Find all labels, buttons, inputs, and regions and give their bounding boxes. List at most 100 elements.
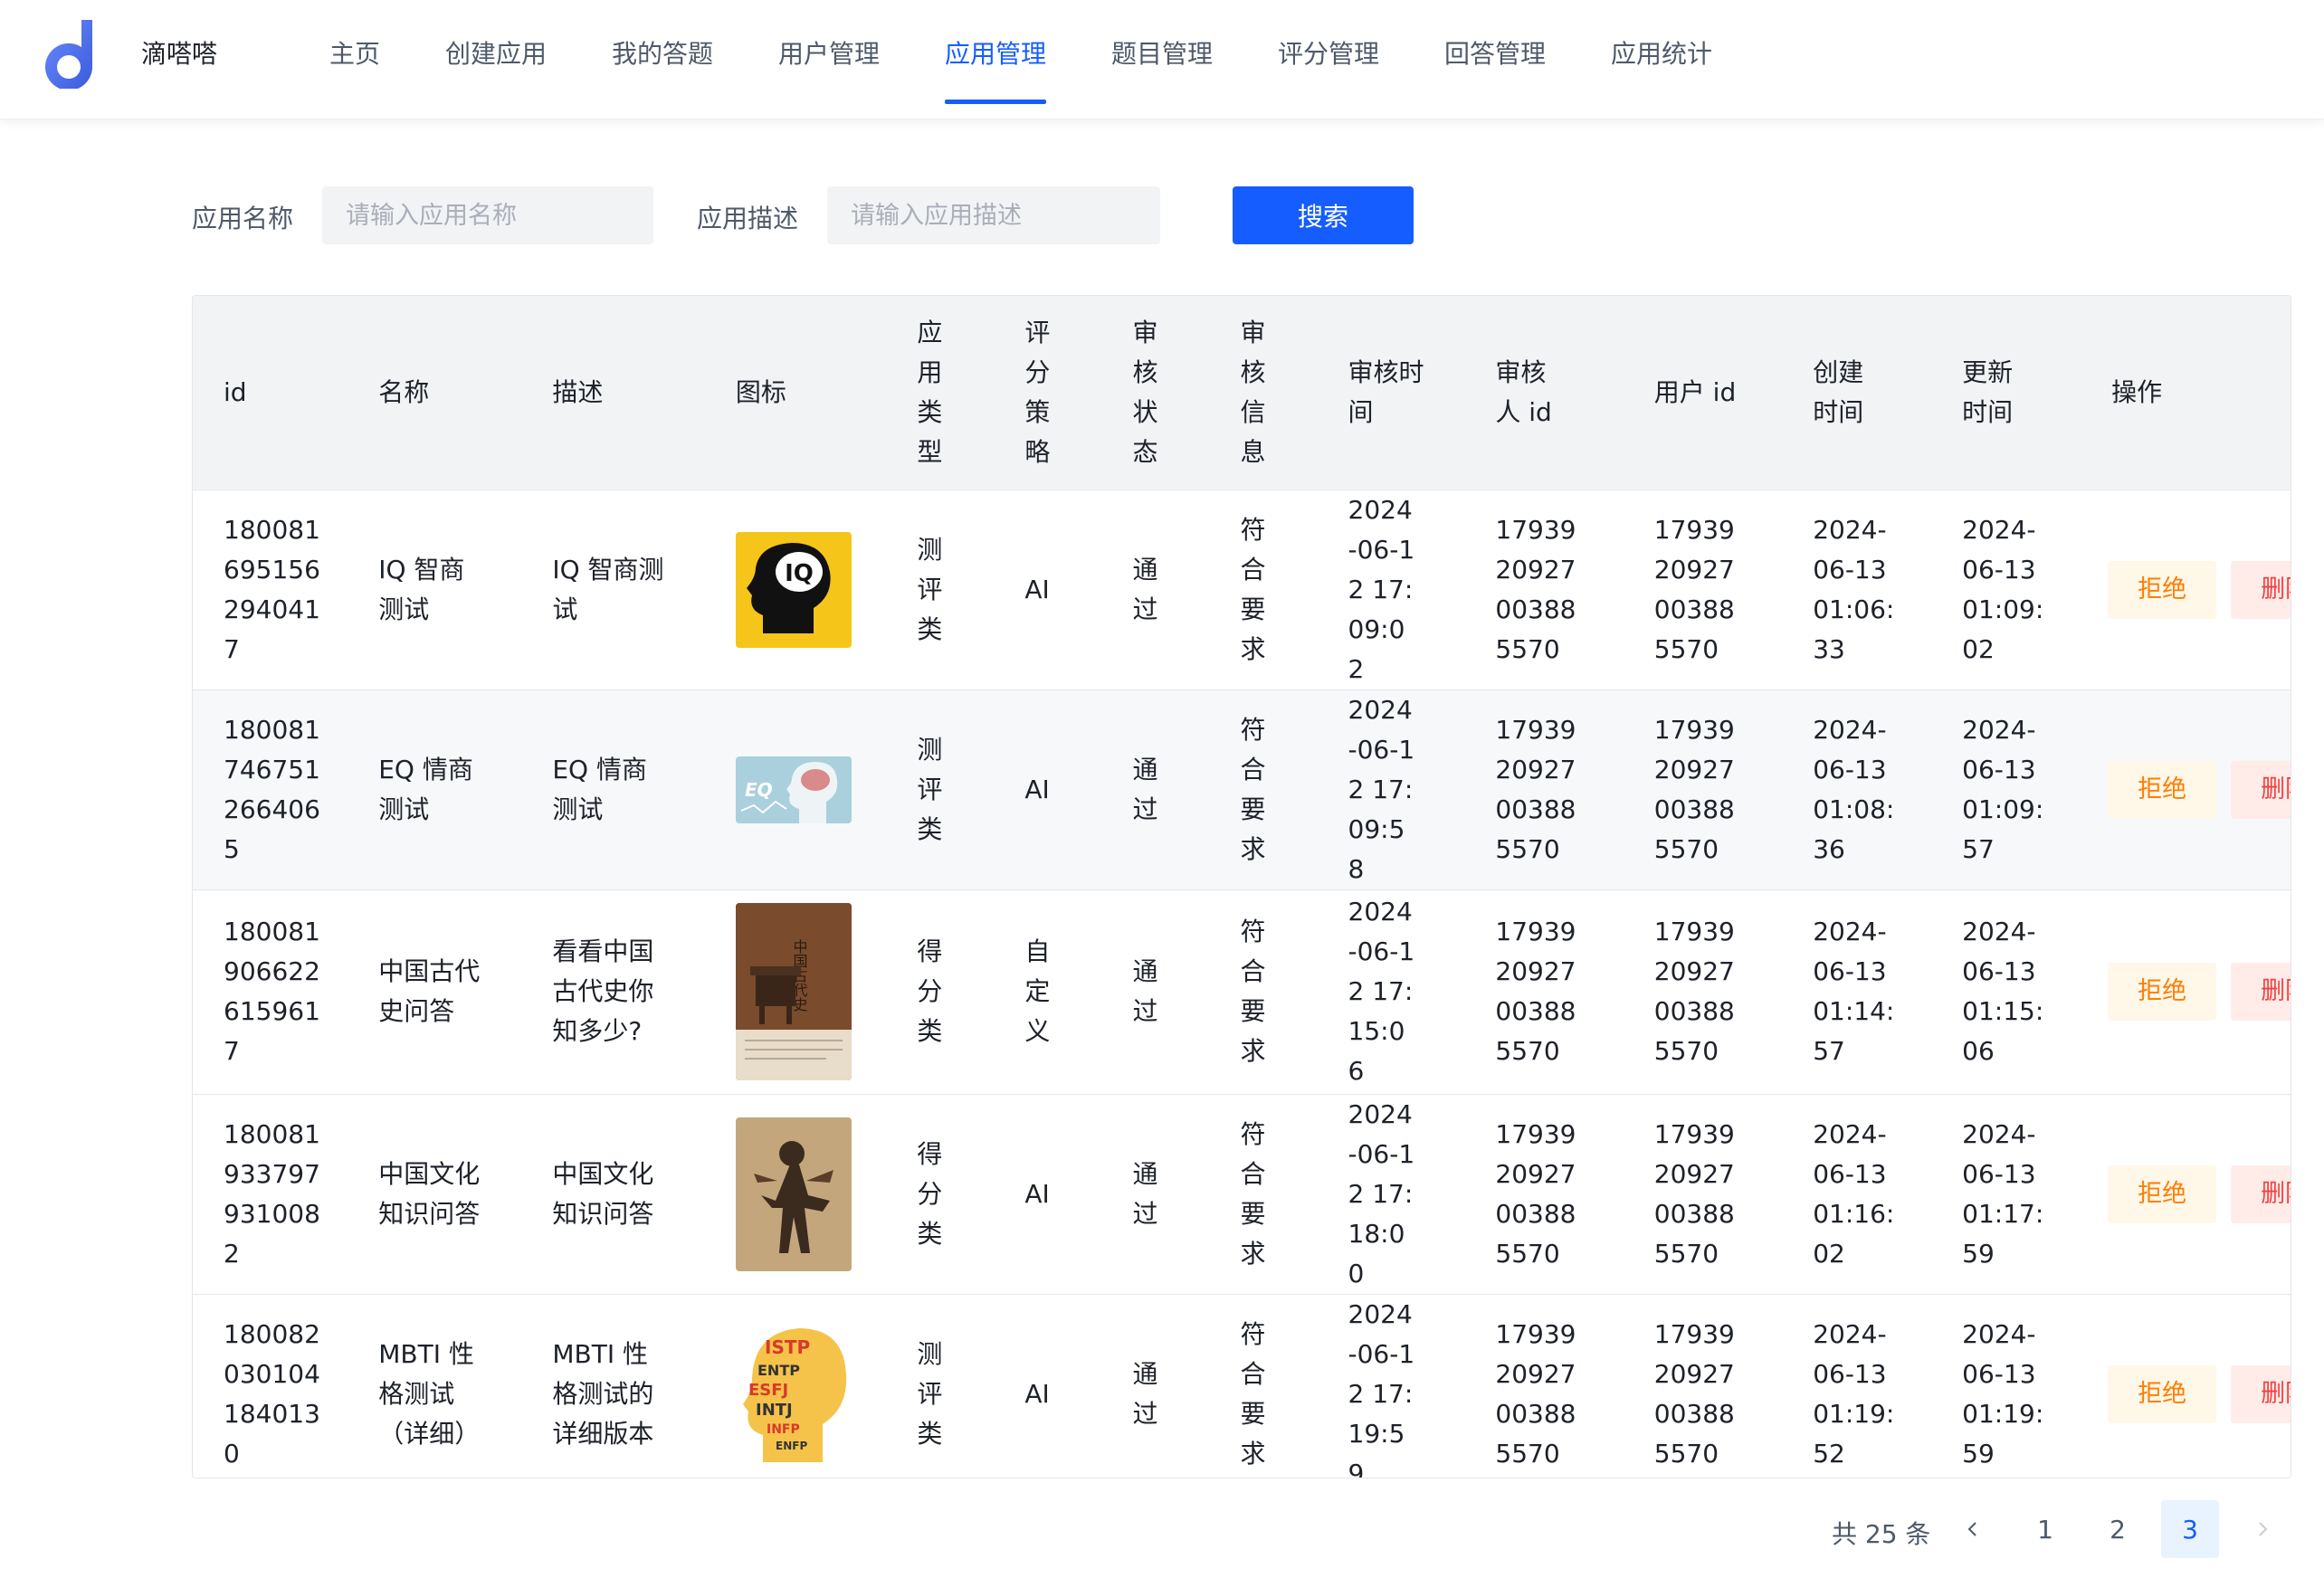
nav-scoring-admin[interactable]: 评分管理 <box>1278 34 1379 71</box>
cell-review-status: 通过 <box>1132 1158 1158 1229</box>
shadow-puppet-icon <box>735 1117 877 1271</box>
cell-name: MBTI 性格测试（详细） <box>378 1338 481 1449</box>
svg-text:ISTP: ISTP <box>765 1336 810 1358</box>
reject-button[interactable]: 拒绝 <box>2108 1364 2217 1423</box>
nav-home[interactable]: 主页 <box>329 34 380 71</box>
cell-desc: EQ 情商测试 <box>552 754 647 824</box>
cell-review-status: 通过 <box>1132 1358 1158 1429</box>
cell-scoring-strategy: 自定义 <box>1024 936 1051 1046</box>
cell-review-message: 符合要求 <box>1240 514 1266 664</box>
cell-desc: MBTI 性格测试的详细版本 <box>552 1338 654 1449</box>
app-desc-label: 应用描述 <box>697 204 799 233</box>
cell-update-time: 2024-06-13 01:15:06 <box>1962 917 2044 1066</box>
nav-question-admin[interactable]: 题目管理 <box>1111 34 1213 71</box>
svg-text:ESFJ: ESFJ <box>748 1381 788 1400</box>
svg-text:INTJ: INTJ <box>756 1401 793 1420</box>
col-header-strategy: 评分策略 <box>1024 317 1051 467</box>
cell-update-time: 2024-06-13 01:09:02 <box>1962 514 2044 664</box>
cell-review-message: 符合要求 <box>1240 714 1266 864</box>
cell-create-time: 2024-06-13 01:06:33 <box>1813 514 1895 664</box>
cell-reviewer-id: 1793920927003885570 <box>1495 514 1576 664</box>
cell-user-id: 1793920927003885570 <box>1653 1318 1735 1469</box>
cell-id: 1800819066226159617 <box>224 917 320 1066</box>
svg-text:IQ: IQ <box>785 560 814 587</box>
cell-id: 1800820301041840130 <box>224 1318 320 1469</box>
cell-update-time: 2024-06-13 01:17:59 <box>1962 1118 2044 1269</box>
cell-create-time: 2024-06-13 01:14:57 <box>1813 917 1895 1066</box>
cell-app-type: 测评类 <box>917 1338 943 1449</box>
cell-name: 中国文化知识问答 <box>378 1158 481 1229</box>
cell-desc: 中国文化知识问答 <box>552 1158 654 1229</box>
app-desc-input[interactable] <box>827 186 1160 244</box>
page-2[interactable]: 2 <box>2089 1500 2147 1558</box>
reject-button[interactable]: 拒绝 <box>2108 760 2217 819</box>
delete-button[interactable]: 删除 <box>2231 560 2291 619</box>
cell-scoring-strategy: AI <box>1024 774 1050 804</box>
cell-app-type: 测评类 <box>917 734 943 844</box>
prev-page-chevron-left-icon[interactable] <box>1944 1500 2002 1558</box>
table-row: 1800819337979310082 中国文化知识问答 中国文化知识问答 得分类 AI… <box>193 1093 2291 1294</box>
col-header-name: 名称 <box>378 376 430 407</box>
col-header-reviewer-id: 审核人 id <box>1495 356 1552 427</box>
nav-user-admin[interactable]: 用户管理 <box>778 34 880 71</box>
cell-reviewer-id: 1793920927003885570 <box>1495 1318 1576 1469</box>
cell-create-time: 2024-06-13 01:19:52 <box>1813 1318 1895 1469</box>
cell-scoring-strategy: AI <box>1024 1178 1050 1209</box>
cell-review-message: 符合要求 <box>1240 917 1266 1066</box>
mbti-head-icon: ISTP ENTP ESFJ INTJ INFP ENFP <box>735 1317 877 1471</box>
col-header-review-msg: 审核信息 <box>1240 317 1266 467</box>
page-1[interactable]: 1 <box>2016 1500 2074 1558</box>
delete-button[interactable]: 删除 <box>2231 1364 2291 1423</box>
cell-desc: 看看中国古代史你知多少? <box>552 936 654 1046</box>
cell-id: 1800816951562940417 <box>224 514 320 664</box>
nav-create-app[interactable]: 创建应用 <box>445 34 547 71</box>
delete-button[interactable]: 删除 <box>2231 1164 2291 1223</box>
app-table: id 名称 描述 图标 应用类型 评分策略 审核状态 审核信息 审核时间 审核人… <box>192 295 2291 1478</box>
col-header-status: 审核状态 <box>1132 317 1158 467</box>
cell-review-message: 符合要求 <box>1240 1118 1266 1269</box>
svg-text:EQ: EQ <box>745 779 773 801</box>
top-navbar: 滴嗒嗒 主页 创建应用 我的答题 用户管理 应用管理 题目管理 评分管理 回答管… <box>0 0 2324 119</box>
reject-button[interactable]: 拒绝 <box>2108 560 2217 619</box>
table-row: 1800820301041840130 MBTI 性格测试（详细） MBTI 性格测… <box>193 1293 2291 1478</box>
app-logo-icon[interactable] <box>36 16 101 89</box>
cell-review-time: 2024-06-12 17:18:00 <box>1348 1098 1415 1288</box>
iq-brain-icon: IQ <box>735 531 877 648</box>
cell-id: 1800817467512664065 <box>224 714 320 864</box>
svg-text:INFP: INFP <box>767 1422 800 1437</box>
cell-user-id: 1793920927003885570 <box>1653 1118 1735 1269</box>
cell-user-id: 1793920927003885570 <box>1653 714 1735 864</box>
cell-update-time: 2024-06-13 01:09:57 <box>1962 714 2044 864</box>
search-button[interactable]: 搜索 <box>1233 186 1414 244</box>
page-3[interactable]: 3 <box>2161 1500 2219 1558</box>
delete-button[interactable]: 删除 <box>2231 760 2291 819</box>
cell-review-message: 符合要求 <box>1240 1318 1266 1469</box>
app-name-input[interactable] <box>322 186 653 244</box>
table-row: 1800819066226159617 中国古代史问答 看看中国古代史你知多少? 中国… <box>193 889 2291 1094</box>
cell-app-type: 测评类 <box>917 534 943 644</box>
nav-app-admin[interactable]: 应用管理 <box>945 34 1046 71</box>
table-row: 1800816951562940417 IQ 智商测试 IQ 智商测试 IQ 测评类 AI… <box>193 489 2291 689</box>
cell-review-time: 2024-06-12 17:09:58 <box>1348 694 1415 884</box>
cell-reviewer-id: 1793920927003885570 <box>1495 714 1576 864</box>
cell-app-type: 得分类 <box>917 936 943 1046</box>
cell-review-status: 通过 <box>1132 554 1158 624</box>
cell-id: 1800819337979310082 <box>224 1118 320 1269</box>
svg-text:ENTP: ENTP <box>757 1362 800 1379</box>
cell-reviewer-id: 1793920927003885570 <box>1495 1118 1576 1269</box>
next-page-chevron-right-icon[interactable] <box>2234 1500 2291 1558</box>
nav-my-answers[interactable]: 我的答题 <box>612 34 713 71</box>
delete-button[interactable]: 删除 <box>2231 963 2291 1021</box>
cell-review-time: 2024-06-12 17:09:02 <box>1348 494 1415 684</box>
cell-name: 中国古代史问答 <box>378 956 481 1026</box>
reject-button[interactable]: 拒绝 <box>2108 963 2217 1021</box>
col-header-update-time: 更新时间 <box>1962 356 2014 427</box>
reject-button[interactable]: 拒绝 <box>2108 1164 2217 1223</box>
cell-name: EQ 情商测试 <box>378 754 473 824</box>
nav-app-stats[interactable]: 应用统计 <box>1611 34 1712 71</box>
cell-desc: IQ 智商测试 <box>552 554 664 624</box>
col-header-create-time: 创建时间 <box>1813 356 1864 427</box>
nav-answer-admin[interactable]: 回答管理 <box>1444 34 1546 71</box>
svg-text:ENFP: ENFP <box>776 1440 807 1452</box>
col-header-review-time: 审核时间 <box>1348 356 1424 427</box>
